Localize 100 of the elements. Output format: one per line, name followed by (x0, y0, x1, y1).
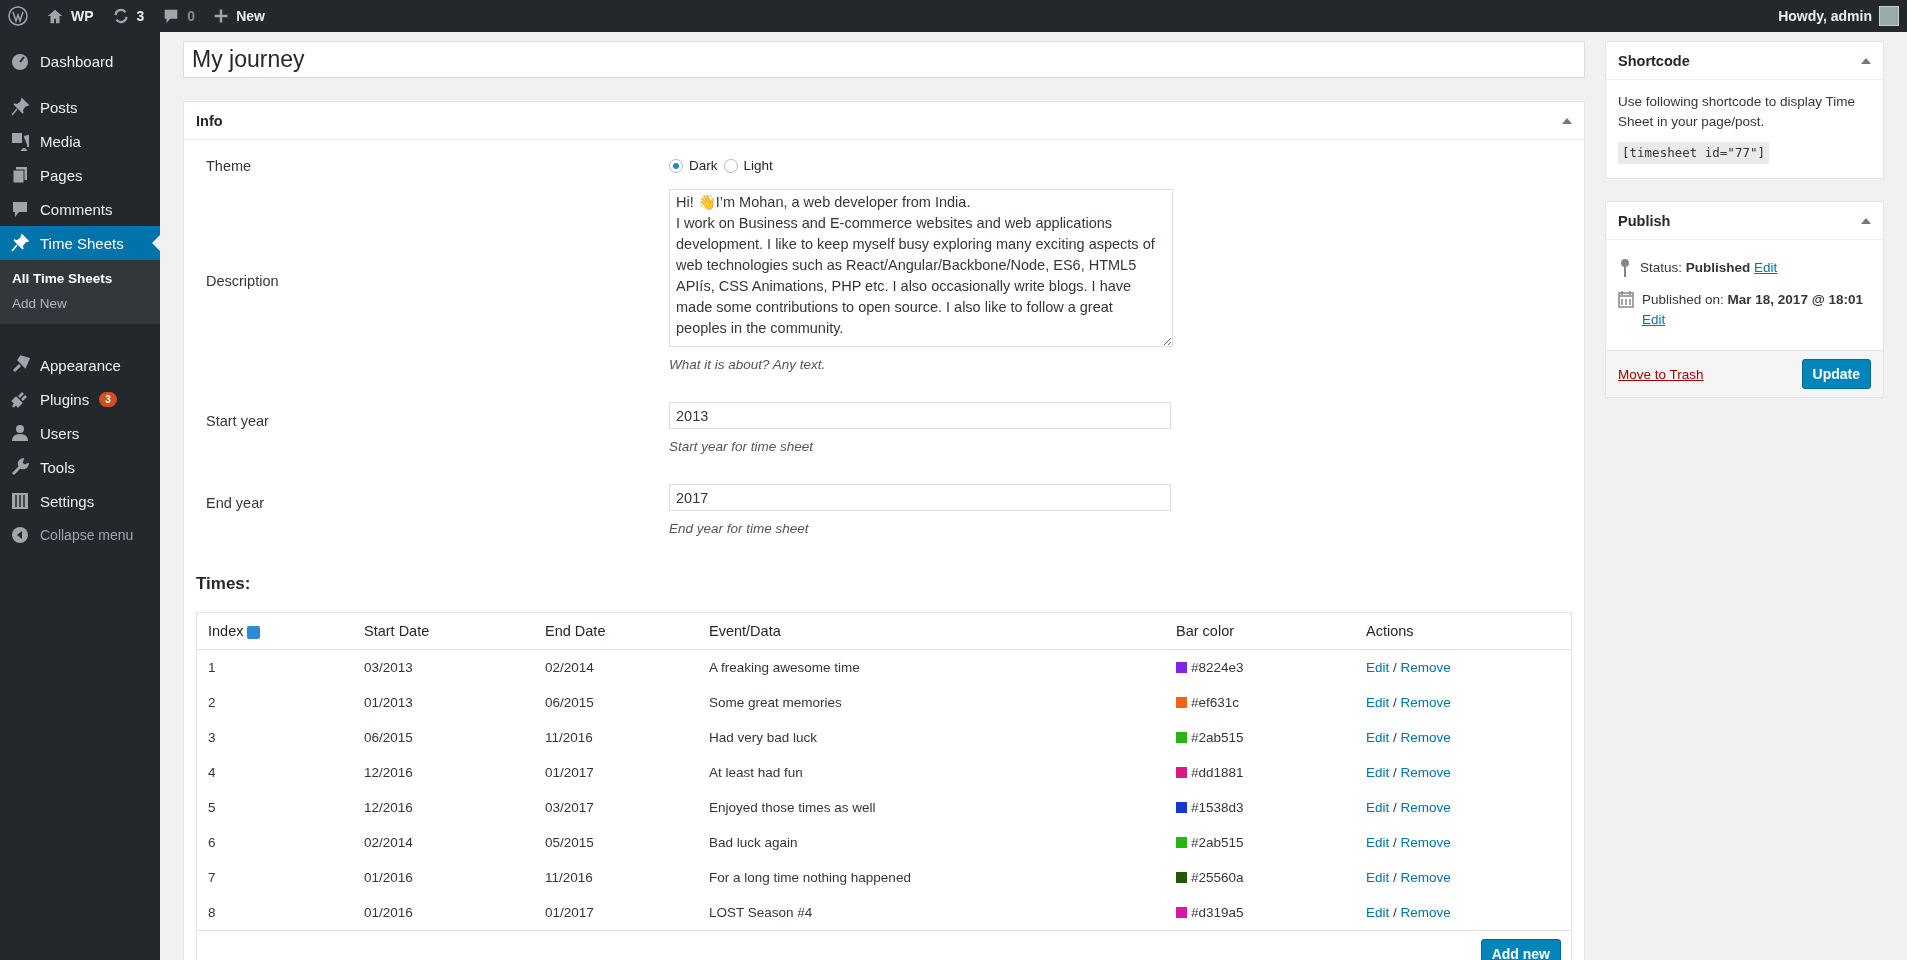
menu-item[interactable]: Tools (0, 450, 160, 484)
menu-item[interactable]: Pages (0, 158, 160, 192)
column-header: End Date (545, 623, 607, 639)
table-cell-text: 05/2015 (545, 835, 595, 850)
collapse-arrow-icon[interactable] (1861, 217, 1871, 224)
add-new-button[interactable]: Add new (1480, 939, 1561, 960)
edit-link[interactable]: Edit (1642, 312, 1666, 327)
table-cell-text: 02/2014 (545, 660, 595, 675)
remove-link[interactable]: Remove (1400, 870, 1451, 885)
comments-count[interactable]: 0 (187, 8, 196, 24)
description-field[interactable]: Hi! 👋I’m Mohan, a web developer from India. I work on Business and E-commerce websites and web applications development. I like to keep myself busy exploring many exciting aspects of web technologies such as React/Angular/Backbone/Node, ES6, HTML5 APIís, CSS Animations, PHP etc. I also occasionally write blogs. I have made some contributions to open source. I also like to follow a great peoples in the community. (669, 189, 1173, 347)
shortcode-description: Use following shortcode to display Time Sheet in your page/post. (1618, 93, 1857, 131)
remove-link[interactable]: Remove (1400, 835, 1451, 850)
table-cell: #2ab515 (1191, 730, 1244, 745)
collapse-arrow-icon[interactable] (1562, 117, 1572, 124)
edit-link[interactable]: Edit (1366, 905, 1390, 920)
menu-item[interactable]: Settings (0, 484, 160, 518)
remove-link[interactable]: Remove (1400, 660, 1451, 675)
panel-heading: Info (196, 112, 223, 129)
year-field[interactable]: 2013 (669, 402, 1171, 429)
table-cell-text: 01/2013 (364, 695, 414, 710)
status-value: Published (1685, 260, 1751, 275)
radio-button[interactable] (723, 158, 738, 173)
user-icon (10, 423, 30, 443)
table-cell-text: At least had fun (709, 765, 804, 780)
remove-link[interactable]: Remove (1400, 695, 1451, 710)
edit-link[interactable]: Edit (1366, 695, 1390, 710)
collapse-arrow-icon[interactable] (1861, 57, 1871, 64)
table-cell: #dd1881 (1191, 765, 1244, 780)
table-cell-text: For a long time nothing happened (709, 870, 912, 885)
table-cell-text: 5 (208, 800, 217, 815)
edit-link[interactable]: Edit (1366, 835, 1390, 850)
update-button[interactable]: Update (1801, 359, 1871, 389)
remove-link[interactable]: Remove (1400, 730, 1451, 745)
radio-label: Light (743, 158, 773, 173)
date-label: Published on: (1642, 292, 1724, 307)
separator: / (1393, 905, 1397, 920)
greeting[interactable]: Howdy, admin (1778, 8, 1872, 24)
count-badge: 3 (99, 391, 117, 407)
remove-link[interactable]: Remove (1400, 800, 1451, 815)
field-label: End year (206, 495, 266, 511)
table-cell-text: 12/2016 (364, 765, 414, 780)
media-icon (10, 131, 30, 151)
collapse-menu-button[interactable]: Collapse menu (0, 518, 160, 552)
menu-item[interactable]: Appearance (0, 348, 160, 382)
table-cell-text: Enjoyed those times as well (709, 800, 877, 815)
panel-heading: Shortcode (1618, 52, 1690, 69)
calendar-icon (1618, 290, 1634, 308)
brush-icon (10, 355, 30, 375)
edit-link[interactable]: Edit (1366, 660, 1390, 675)
menu-item[interactable]: Media (0, 124, 160, 158)
table-cell-text: 03/2017 (545, 800, 595, 815)
menu-item[interactable]: Posts (0, 90, 160, 124)
menu-item[interactable]: Plugins 3 (0, 382, 160, 416)
table-cell-text: 01/2016 (364, 905, 414, 920)
table-cell: #8224e3 (1191, 660, 1244, 675)
move-to-trash-link[interactable]: Move to Trash (1618, 366, 1704, 382)
separator: / (1393, 835, 1397, 850)
edit-link[interactable]: Edit (1366, 800, 1390, 815)
table-cell-text: 02/2014 (364, 835, 414, 850)
dashboard-icon (10, 51, 30, 71)
date-value: Mar 18, 2017 @ 18:01 (1727, 292, 1864, 307)
table-cell-text: 2 (208, 695, 217, 710)
table-cell-text: Some great memories (709, 695, 843, 710)
edit-link[interactable]: Edit (1366, 870, 1390, 885)
status-label: Status: (1640, 260, 1683, 275)
menu-item[interactable]: Comments (0, 192, 160, 226)
table-cell: #25560a (1191, 870, 1244, 885)
remove-link[interactable]: Remove (1400, 765, 1451, 780)
wordpress-logo-icon[interactable] (8, 6, 28, 26)
title-field[interactable]: My journey (183, 41, 1585, 78)
pin-icon (10, 97, 30, 117)
menu-item[interactable]: Dashboard (0, 44, 160, 78)
year-field[interactable]: 2017 (669, 484, 1171, 511)
site-link[interactable]: WP (71, 8, 94, 24)
table-cell-text: 01/2016 (364, 870, 414, 885)
field-label: Start year (206, 413, 270, 429)
submenu-item[interactable]: Add New (0, 291, 160, 316)
menu-item[interactable]: Users (0, 416, 160, 450)
table-cell-text: 01/2017 (545, 765, 595, 780)
radio-button[interactable] (669, 158, 683, 173)
new-link[interactable]: New (236, 8, 265, 24)
edit-link[interactable]: Edit (1366, 765, 1390, 780)
table-cell-text: Bad luck again (709, 835, 799, 850)
wrench-icon (10, 457, 30, 477)
menu-item[interactable]: Time Sheets (0, 226, 160, 260)
column-header: Start Date (364, 623, 431, 639)
submenu-item[interactable]: All Time Sheets (0, 266, 160, 291)
edit-link[interactable]: Edit (1754, 260, 1778, 275)
table-cell-text: Had very bad luck (709, 730, 819, 745)
edit-link[interactable]: Edit (1366, 730, 1390, 745)
table-cell: #1538d3 (1191, 800, 1244, 815)
table-cell-text: 03/2013 (364, 660, 414, 675)
table-cell-text: 06/2015 (545, 695, 595, 710)
table-cell-text: A freaking awesome time (709, 660, 861, 675)
sliders-icon (10, 491, 30, 511)
table-cell: #d319a5 (1191, 905, 1244, 920)
remove-link[interactable]: Remove (1400, 905, 1451, 920)
updates-count[interactable]: 3 (136, 8, 145, 24)
home-icon (46, 7, 64, 25)
